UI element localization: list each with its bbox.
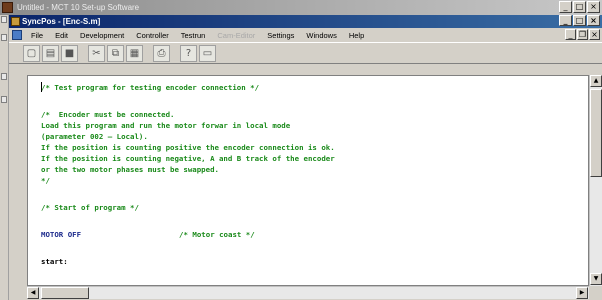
code-text: /* Test program for testing encoder conn…	[41, 83, 260, 92]
app-minimize-button[interactable]: _	[559, 1, 572, 13]
menu-bar: File Edit Development Controller Testrun…	[9, 28, 602, 42]
code-text: or the two motor phases must be swapped.	[41, 165, 219, 174]
new-icon[interactable]: ▢	[23, 44, 40, 62]
code-comment: /* Motor coast */	[179, 230, 255, 239]
scroll-up-button[interactable]: ▲	[590, 75, 602, 87]
horizontal-scroll-thumb[interactable]	[41, 287, 89, 299]
code-text: start:	[41, 257, 68, 266]
text-caret	[41, 82, 42, 92]
code-line: /* Test program for testing encoder conn…	[41, 82, 588, 93]
editor-frame-top	[9, 64, 602, 75]
code-text: /* Start of program */	[41, 203, 139, 212]
code-text: /* Encoder must be connected.	[41, 110, 175, 119]
help-icon[interactable]: ?	[180, 44, 197, 62]
code-editor[interactable]: /* Test program for testing encoder conn…	[27, 75, 589, 286]
mdi-minimize-button[interactable]: _	[565, 29, 576, 40]
code-line: Load this program and run the motor forw…	[41, 120, 588, 131]
syncpos-icon	[11, 17, 20, 26]
app-maximize-button[interactable]: □	[573, 1, 586, 13]
save-icon[interactable]: ■	[61, 44, 78, 62]
host-panel-stub-icon[interactable]	[1, 34, 7, 41]
code-text: Load this program and run the motor forw…	[41, 121, 291, 130]
menu-cam-editor: Cam-Editor	[217, 30, 256, 40]
code-lines: /* Test program for testing encoder conn…	[28, 76, 588, 285]
menu-edit[interactable]: Edit	[49, 31, 74, 40]
document-title: SyncPos - [Enc-S.m]	[22, 17, 101, 26]
code-line: If the position is counting positive the…	[41, 142, 588, 153]
code-text: If the position is counting negative, A …	[41, 154, 335, 163]
app-icon	[2, 2, 13, 13]
scrollbar-corner	[589, 286, 602, 300]
code-line: (parameter 002 – Local).	[41, 131, 588, 142]
doc-close-button[interactable]: ×	[587, 15, 600, 26]
app-close-button[interactable]: ×	[587, 1, 600, 13]
code-line: /* Start of program */	[41, 202, 588, 213]
menu-controller[interactable]: Controller	[130, 31, 175, 40]
doc-minimize-button[interactable]: _	[559, 15, 572, 26]
scroll-down-button[interactable]: ▼	[590, 273, 602, 285]
vertical-scroll-thumb[interactable]	[590, 89, 602, 177]
blank-icon[interactable]: ▭	[199, 44, 216, 62]
mdi-close-button[interactable]: ×	[589, 29, 600, 40]
code-line: start:	[41, 256, 588, 267]
doc-maximize-button[interactable]: □	[573, 15, 586, 26]
menu-testrun[interactable]: Testrun	[175, 31, 212, 40]
code-text: (parameter 002 – Local).	[41, 132, 148, 141]
scroll-left-button[interactable]: ◀	[27, 287, 39, 299]
code-line: MOTOR OFF /* Motor coast */	[41, 229, 588, 240]
code-line: or the two motor phases must be swapped.	[41, 164, 588, 175]
open-icon[interactable]: ▤	[42, 44, 59, 62]
host-side-panel	[0, 15, 9, 300]
code-text: */	[41, 176, 50, 185]
host-panel-stub-icon[interactable]	[1, 96, 7, 103]
toolbar: ▢ ▤ ■ ✂ ⧉ ▦ ⎙ ? ▭	[9, 42, 602, 64]
horizontal-scrollbar[interactable]: ◀ ▶	[27, 286, 589, 299]
paste-icon[interactable]: ▦	[126, 44, 143, 62]
copy-icon[interactable]: ⧉	[107, 44, 124, 62]
menu-windows[interactable]: Windows	[300, 31, 342, 40]
code-line: If the position is counting negative, A …	[41, 153, 588, 164]
editor-frame-left	[9, 64, 27, 300]
menu-help[interactable]: Help	[343, 31, 370, 40]
scroll-right-button[interactable]: ▶	[576, 287, 588, 299]
host-panel-stub-icon[interactable]	[1, 73, 7, 80]
menu-file[interactable]: File	[25, 31, 49, 40]
code-text: If the position is counting positive the…	[41, 143, 335, 152]
cut-icon[interactable]: ✂	[88, 44, 105, 62]
mdi-restore-button[interactable]: ❐	[577, 29, 588, 40]
document-title-bar: SyncPos - [Enc-S.m] _ □ ×	[9, 15, 602, 28]
app-title: Untitled - MCT 10 Set-up Software	[17, 3, 140, 12]
menu-settings[interactable]: Settings	[261, 31, 300, 40]
code-text: MOTOR OFF	[41, 230, 82, 239]
code-line: /* Encoder must be connected.	[41, 109, 588, 120]
print-icon[interactable]: ⎙	[153, 44, 170, 62]
document-menu-icon[interactable]	[12, 30, 22, 40]
host-panel-stub-icon[interactable]	[1, 16, 7, 23]
code-line: */	[41, 175, 588, 186]
menu-development[interactable]: Development	[74, 31, 130, 40]
vertical-scrollbar[interactable]: ▲ ▼	[589, 75, 602, 286]
app-title-bar: Untitled - MCT 10 Set-up Software _ □ ×	[0, 0, 602, 15]
